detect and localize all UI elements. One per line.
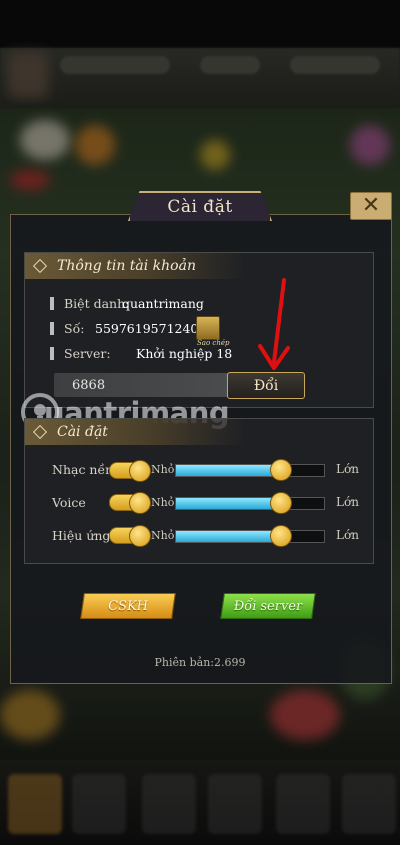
- slider-fill: [176, 498, 280, 509]
- effects-min-label: Nhỏ: [151, 529, 175, 542]
- effects-label: Hiệu ứng: [52, 528, 111, 543]
- slider-knob[interactable]: [269, 459, 292, 481]
- slider-fill: [176, 531, 280, 542]
- nickname-label-text: Biệt danh:: [64, 296, 130, 311]
- nickname-label: Biệt danh:: [50, 296, 129, 311]
- diamond-icon: [32, 258, 48, 274]
- effects-max-label: Lớn: [336, 528, 359, 542]
- toggle-knob: [129, 492, 151, 514]
- voice-toggle[interactable]: [109, 492, 151, 514]
- bullet-bar: [50, 322, 54, 335]
- voice-slider[interactable]: [175, 492, 325, 514]
- switch-server-button[interactable]: Đổi server: [220, 593, 316, 619]
- voice-min-label: Nhỏ: [151, 496, 175, 509]
- music-min-label: Nhỏ: [151, 463, 175, 476]
- account-info-header: Thông tin tài khoản: [25, 253, 245, 279]
- customer-support-button[interactable]: CSKH: [80, 593, 176, 619]
- server-label: Server:: [50, 346, 111, 361]
- number-label: Số:: [50, 321, 84, 336]
- bullet-bar: [50, 297, 54, 310]
- music-max-label: Lớn: [336, 462, 359, 476]
- music-label: Nhạc nền: [52, 462, 114, 477]
- server-value: Khởi nghiệp 18: [136, 346, 233, 361]
- slider-fill: [176, 465, 280, 476]
- close-button[interactable]: ✕: [350, 192, 392, 220]
- voice-label: Voice: [52, 495, 86, 510]
- settings-header: Cài đặt: [25, 419, 245, 445]
- slider-knob[interactable]: [269, 525, 292, 547]
- account-info-title: Thông tin tài khoản: [57, 258, 196, 274]
- version-label: Phiên bản:2.699: [154, 656, 246, 669]
- bullet-bar: [50, 347, 54, 360]
- effects-slider[interactable]: [175, 525, 325, 547]
- number-label-text: Số:: [64, 321, 85, 336]
- slider-knob[interactable]: [269, 492, 292, 514]
- nickname-value: quantrimang: [122, 296, 204, 311]
- voice-max-label: Lớn: [336, 495, 359, 509]
- toggle-knob: [129, 525, 151, 547]
- close-icon: ✕: [361, 193, 381, 218]
- red-arrow-annotation: [258, 278, 290, 370]
- settings-title: Cài đặt: [57, 424, 108, 440]
- server-label-text: Server:: [64, 346, 111, 361]
- effects-toggle[interactable]: [109, 525, 151, 547]
- copy-button[interactable]: Sao chép: [196, 316, 229, 347]
- music-slider[interactable]: [175, 459, 325, 481]
- dialog-title: Cài đặt: [128, 191, 272, 221]
- toggle-knob: [129, 460, 151, 482]
- diamond-icon: [32, 424, 48, 440]
- music-toggle[interactable]: [109, 460, 151, 482]
